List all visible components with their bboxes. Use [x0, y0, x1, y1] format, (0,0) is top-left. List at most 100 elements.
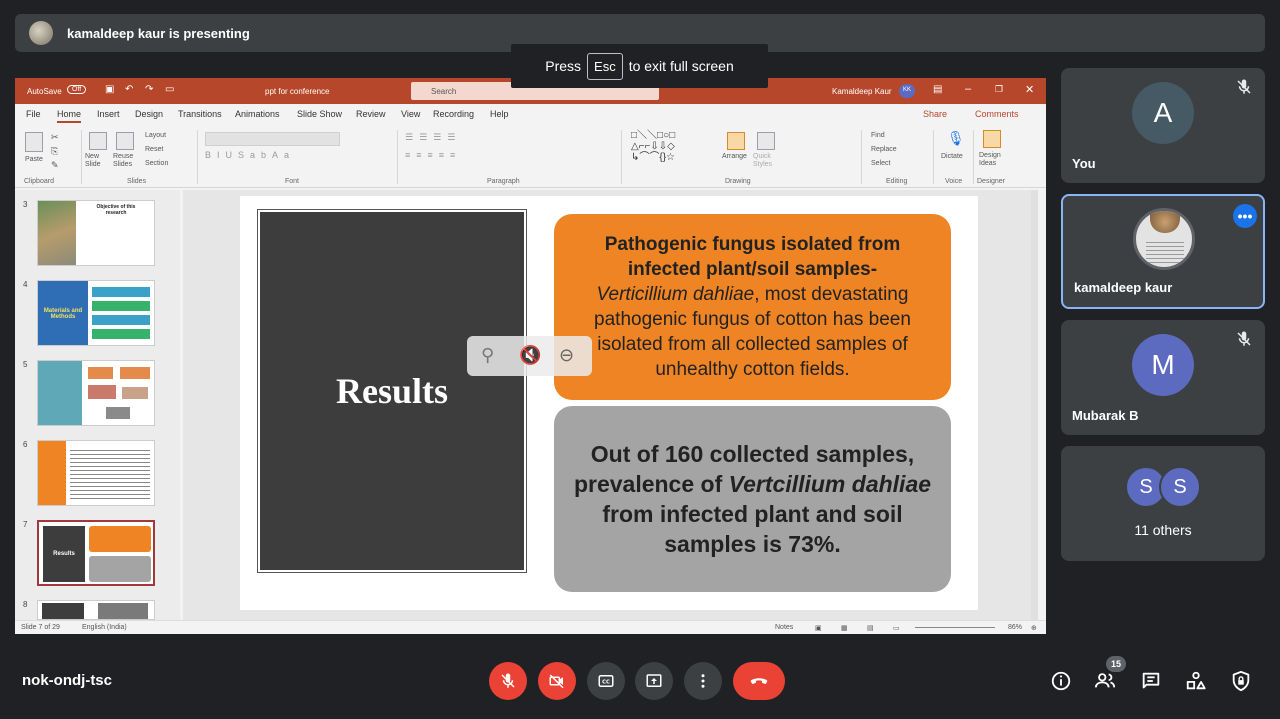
quick-styles-icon[interactable] — [757, 132, 775, 150]
maximize-icon[interactable]: ❐ — [995, 84, 1003, 95]
tab-transitions[interactable]: Transitions — [178, 109, 222, 119]
fullscreen-toast: Press Esc to exit full screen — [511, 44, 768, 88]
slide-thumbnail-8[interactable] — [37, 600, 155, 620]
tab-slide-show[interactable]: Slide Show — [297, 109, 342, 119]
activities-button[interactable] — [1183, 668, 1209, 694]
reuse-slides-label[interactable]: Reuse Slides — [113, 153, 139, 169]
slide-thumbnail-4[interactable]: Materials and Methods — [37, 280, 155, 346]
arrange-icon[interactable] — [727, 132, 745, 150]
remove-icon[interactable]: ⊖ — [559, 345, 574, 366]
copy-icon[interactable]: ⎘ — [51, 146, 58, 157]
comments-button[interactable]: Comments — [975, 109, 1019, 119]
meeting-details-button[interactable] — [1048, 668, 1074, 694]
present-now-button[interactable] — [635, 662, 673, 700]
thumb-number: 4 — [23, 280, 28, 289]
thumb-title: Materials and Methods — [43, 308, 83, 320]
captions-button[interactable]: CC — [587, 662, 625, 700]
redo-icon[interactable]: ↷ — [145, 84, 153, 95]
more-options-button[interactable] — [684, 662, 722, 700]
notes-button[interactable]: Notes — [775, 624, 793, 631]
participant-tile-you[interactable]: A You — [1061, 68, 1265, 183]
language-indicator: English (India) — [82, 624, 127, 631]
host-controls-button[interactable] — [1228, 668, 1254, 694]
ppt-status-bar: Slide 7 of 29 English (India) Notes ▣ ▦ … — [15, 620, 1046, 634]
tab-recording[interactable]: Recording — [433, 109, 474, 119]
paste-icon[interactable] — [25, 132, 43, 152]
slide-scrollbar[interactable] — [1031, 190, 1038, 620]
speaker-off-icon[interactable]: 🔇 — [519, 345, 541, 366]
replace-button[interactable]: Replace — [871, 146, 897, 153]
paragraph-list-icons[interactable]: ☰☰☰☰ — [405, 132, 461, 143]
reuse-slides-icon[interactable] — [116, 132, 134, 150]
new-slide-icon[interactable] — [89, 132, 107, 150]
mic-off-icon[interactable]: ⚲ — [481, 345, 494, 366]
user-avatar[interactable]: KK — [899, 84, 915, 98]
chat-button[interactable] — [1138, 668, 1164, 694]
paragraph-align-icons[interactable]: ≡≡≡≡≡ — [405, 150, 461, 160]
tile-overlay-controls: ⚲ 🔇 ⊖ — [467, 336, 592, 376]
captions-icon: CC — [598, 675, 614, 687]
mic-toggle-button[interactable] — [489, 662, 527, 700]
present-icon[interactable]: ▭ — [165, 84, 174, 95]
design-ideas-icon[interactable] — [983, 130, 1001, 148]
leave-call-button[interactable] — [733, 662, 785, 700]
reset-button[interactable]: Reset — [145, 146, 163, 153]
tab-home[interactable]: Home — [57, 109, 82, 123]
thumb-title: Objective of this research — [96, 204, 136, 216]
zoom-slider[interactable] — [915, 627, 995, 628]
slide-thumbnail-6[interactable] — [37, 440, 155, 506]
save-icon[interactable]: ▣ — [105, 84, 114, 95]
current-slide[interactable]: Results Pathogenic fungus isolated from … — [240, 196, 978, 610]
camera-toggle-button[interactable] — [538, 662, 576, 700]
slide-thumbnail-7[interactable]: Results — [37, 520, 155, 586]
participant-tile-presenter[interactable]: ••• kamaldeep kaur — [1061, 194, 1265, 309]
find-button[interactable]: Find — [871, 132, 885, 139]
dictate-label[interactable]: Dictate — [941, 153, 963, 160]
tab-animations[interactable]: Animations — [235, 109, 280, 119]
participant-avatar: M — [1132, 334, 1194, 396]
new-slide-label[interactable]: New Slide — [85, 153, 111, 169]
tab-view[interactable]: View — [401, 109, 420, 119]
fit-slide-icon[interactable]: ⊕ — [1031, 624, 1037, 632]
section-button[interactable]: Section — [145, 160, 168, 167]
participant-tile-mubarak[interactable]: M Mubarak B — [1061, 320, 1265, 435]
reading-view-icon[interactable]: ▤ — [867, 624, 874, 632]
sorter-view-icon[interactable]: ▦ — [841, 624, 848, 632]
slide-canvas: Results Pathogenic fungus isolated from … — [183, 190, 1038, 620]
slideshow-view-icon[interactable]: ▭ — [893, 624, 900, 632]
more-options-icon[interactable]: ••• — [1233, 204, 1257, 228]
slide-thumbnail-3[interactable]: Objective of this research — [37, 200, 155, 266]
ribbon-display-icon[interactable]: ▤ — [933, 84, 942, 95]
font-name-box[interactable] — [205, 132, 340, 146]
quick-styles-label[interactable]: Quick Styles — [753, 153, 779, 169]
close-icon[interactable]: ✕ — [1025, 83, 1034, 96]
share-button[interactable]: Share — [923, 109, 947, 119]
microphone-icon[interactable]: 🎙 — [947, 130, 965, 147]
minimize-icon[interactable]: – — [965, 83, 971, 95]
thumb-image — [38, 201, 76, 265]
group-paragraph: Paragraph — [487, 178, 520, 185]
tab-help[interactable]: Help — [490, 109, 509, 119]
cut-icon[interactable]: ✂ — [51, 132, 59, 143]
layout-button[interactable]: Layout — [145, 132, 166, 139]
tab-file[interactable]: File — [26, 109, 41, 119]
font-format-icons[interactable]: BIUSabAa — [205, 150, 375, 162]
tab-design[interactable]: Design — [135, 109, 163, 119]
orange-species: Verticillium dahliae — [596, 284, 755, 305]
autosave-toggle[interactable]: Off — [67, 85, 87, 94]
participant-tile-others[interactable]: S S 11 others — [1061, 446, 1265, 561]
orange-heading: Pathogenic fungus isolated from infected… — [604, 234, 901, 280]
tab-review[interactable]: Review — [356, 109, 386, 119]
arrange-label[interactable]: Arrange — [722, 153, 747, 160]
format-painter-icon[interactable]: ✎ — [51, 160, 59, 171]
design-ideas-label[interactable]: Design Ideas — [979, 152, 1007, 168]
undo-icon[interactable]: ↶ — [125, 84, 133, 95]
shapes-gallery[interactable]: □＼＼□○□ △⌐⌐⇩⇩◇ ↳⌒⌒{}☆ — [631, 130, 716, 163]
select-button[interactable]: Select — [871, 160, 890, 167]
svg-text:CC: CC — [602, 680, 610, 686]
slide-orange-textbox: Pathogenic fungus isolated from infected… — [554, 214, 951, 400]
slide-thumbnail-5[interactable] — [37, 360, 155, 426]
tab-insert[interactable]: Insert — [97, 109, 120, 119]
normal-view-icon[interactable]: ▣ — [815, 624, 822, 632]
group-designer: Designer — [977, 178, 1006, 185]
